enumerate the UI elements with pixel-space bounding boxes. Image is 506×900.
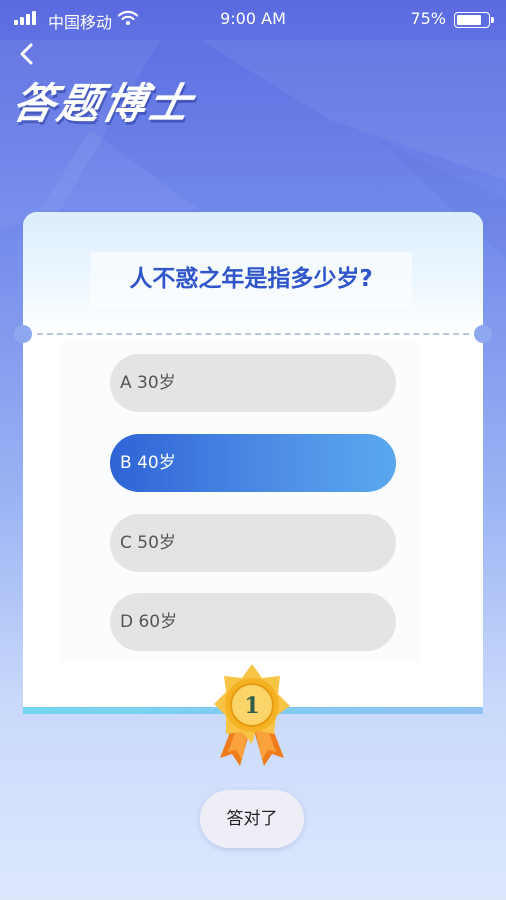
question-text: 人不惑之年是指多少岁? — [129, 266, 373, 292]
option-c[interactable]: C 50岁 — [110, 514, 396, 572]
question-card: 人不惑之年是指多少岁? A 30岁 B 40岁 C 50岁 D 60岁 — [14, 212, 492, 714]
dashed-divider — [37, 333, 469, 335]
battery-icon — [454, 12, 494, 28]
battery-percent: 75% — [410, 9, 446, 28]
page-title: 答题博士 — [8, 79, 199, 128]
ticket-notch-left — [14, 325, 32, 343]
option-a[interactable]: A 30岁 — [110, 354, 396, 412]
medal-number: 1 — [244, 693, 259, 719]
result-button[interactable]: 答对了 — [200, 790, 304, 848]
option-d[interactable]: D 60岁 — [110, 593, 396, 651]
ticket-notch-right — [474, 325, 492, 343]
status-bar: 中国移动 9:00 AM 75% — [0, 0, 506, 40]
back-arrow-icon[interactable] — [14, 40, 42, 68]
medal-icon: 1 — [214, 664, 290, 766]
option-b[interactable]: B 40岁 — [110, 434, 396, 492]
